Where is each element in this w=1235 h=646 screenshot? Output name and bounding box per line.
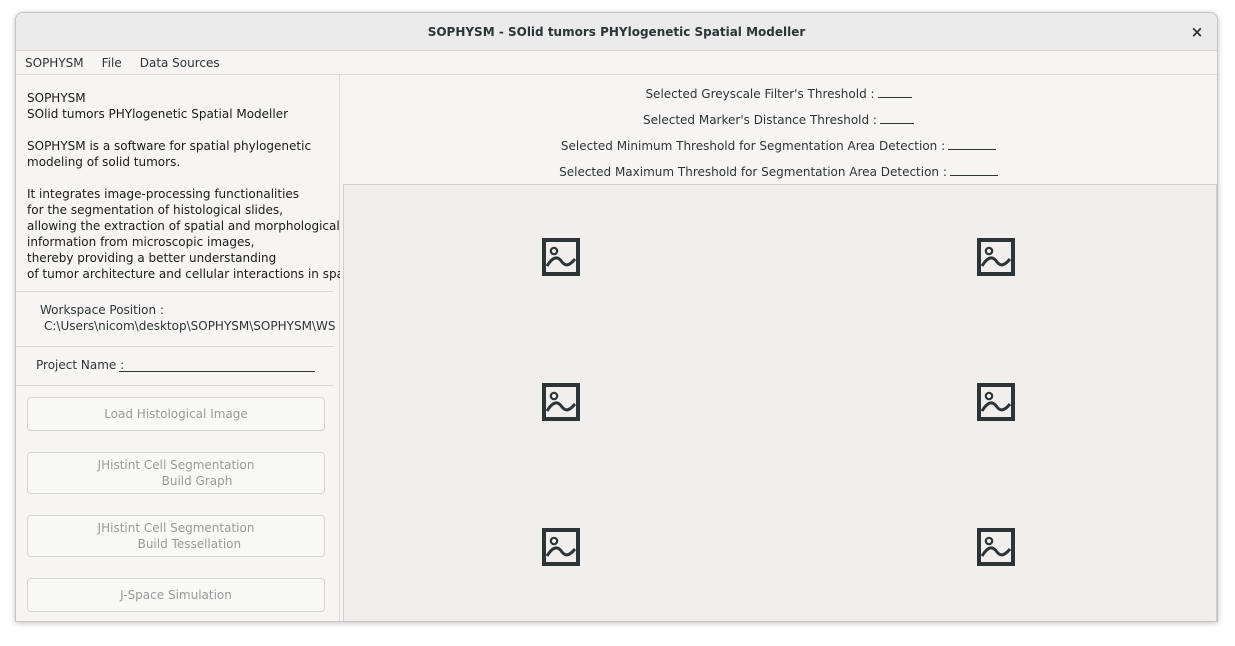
divider xyxy=(16,346,334,347)
build-tessellation-button[interactable]: JHistint Cell Segmentation Build Tessell… xyxy=(27,515,325,557)
project-name-label: Project Name : xyxy=(36,358,125,372)
image-missing-icon xyxy=(977,528,1015,566)
image-missing-icon xyxy=(977,383,1015,421)
main-window: SOPHYSM - SOlid tumors PHYlogenetic Spat… xyxy=(15,12,1218,622)
window-title: SOPHYSM - SOlid tumors PHYlogenetic Spat… xyxy=(427,24,806,39)
title-bar[interactable]: SOPHYSM - SOlid tumors PHYlogenetic Spat… xyxy=(16,13,1217,51)
max-area-threshold-value xyxy=(949,164,998,176)
project-name-field[interactable] xyxy=(119,371,315,372)
marker-threshold-label: Selected Marker's Distance Threshold : xyxy=(643,113,877,127)
image-missing-icon xyxy=(542,528,580,566)
image-missing-icon xyxy=(542,238,580,276)
max-area-threshold-row: Selected Maximum Threshold for Segmentat… xyxy=(340,164,1217,179)
menu-bar: SOPHYSM File Data Sources xyxy=(16,51,1217,75)
greyscale-threshold-row: Selected Greyscale Filter's Threshold : xyxy=(340,86,1217,101)
divider xyxy=(16,291,334,292)
right-panel: Selected Greyscale Filter's Threshold : … xyxy=(340,75,1217,621)
menu-sophysm[interactable]: SOPHYSM xyxy=(16,56,93,70)
workspace-label: Workspace Position : xyxy=(40,303,164,317)
marker-threshold-value xyxy=(879,112,914,124)
image-missing-icon xyxy=(977,238,1015,276)
marker-threshold-row: Selected Marker's Distance Threshold : xyxy=(340,112,1217,127)
menu-data-sources[interactable]: Data Sources xyxy=(131,56,229,70)
max-area-threshold-label: Selected Maximum Threshold for Segmentat… xyxy=(559,165,947,179)
greyscale-threshold-value xyxy=(877,86,912,98)
divider xyxy=(16,385,334,386)
image-display-area xyxy=(343,184,1217,621)
workspace-path: C:\Users\nicom\desktop\SOPHYSM\SOPHYSM\W… xyxy=(44,319,336,333)
greyscale-threshold-label: Selected Greyscale Filter's Threshold : xyxy=(645,87,875,101)
j-space-simulation-button[interactable]: J-Space Simulation xyxy=(27,578,325,612)
min-area-threshold-row: Selected Minimum Threshold for Segmentat… xyxy=(340,138,1217,153)
left-panel: SOPHYSM SOlid tumors PHYlogenetic Spatia… xyxy=(16,75,362,621)
close-icon[interactable]: × xyxy=(1187,22,1207,42)
load-histological-image-button[interactable]: Load Histological Image xyxy=(27,397,325,431)
min-area-threshold-label: Selected Minimum Threshold for Segmentat… xyxy=(560,139,946,153)
image-missing-icon xyxy=(542,383,580,421)
menu-file[interactable]: File xyxy=(93,56,131,70)
about-text: SOPHYSM SOlid tumors PHYlogenetic Spatia… xyxy=(27,91,362,281)
min-area-threshold-value xyxy=(948,138,997,150)
build-graph-button[interactable]: JHistint Cell Segmentation Build Graph xyxy=(27,452,325,494)
